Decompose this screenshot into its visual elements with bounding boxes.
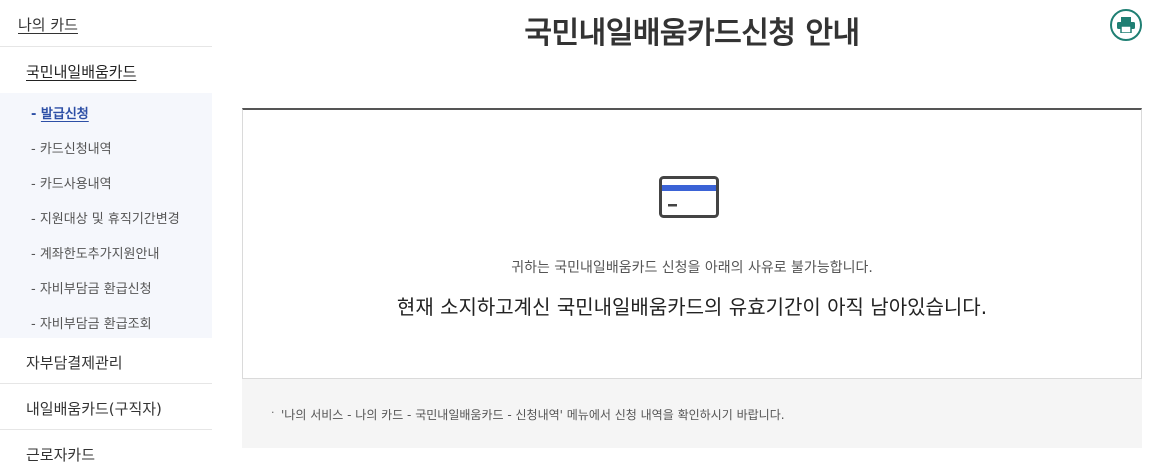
sidebar-menu-self-payment[interactable]: 자부담결제관리 (0, 338, 212, 384)
printer-icon (1117, 17, 1135, 33)
sidebar-item-refund-inquiry[interactable]: - 자비부담금 환급조회 (0, 303, 212, 338)
print-button[interactable] (1110, 9, 1142, 41)
sidebar-item-text[interactable]: - 자비부담금 환급조회 (31, 313, 152, 332)
sidebar: 나의 카드 국민내일배움카드 - 발급신청 - 카드신청내역 - 카드사용내역 … (0, 0, 212, 475)
sidebar-item-text[interactable]: - 발급신청 (31, 103, 89, 122)
sidebar-header-label[interactable]: 나의 카드 (18, 14, 78, 35)
sidebar-item-text[interactable]: - 카드사용내역 (31, 173, 112, 192)
info-note: '나의 서비스 - 나의 카드 - 국민내일배움카드 - 신청내역' 메뉴에서 … (281, 408, 785, 422)
sidebar-submenu: - 발급신청 - 카드신청내역 - 카드사용내역 - 지원대상 및 휴직기간변경… (0, 93, 212, 338)
sidebar-section-label[interactable]: 국민내일배움카드 (26, 61, 136, 82)
sidebar-item-text[interactable]: - 자비부담금 환급신청 (31, 278, 152, 297)
sidebar-item-account-limit-guide[interactable]: - 계좌한도추가지원안내 (0, 233, 212, 268)
sidebar-menu-label[interactable]: 자부담결제관리 (26, 352, 123, 373)
page-title: 국민내일배움카드신청 안내 (524, 16, 860, 51)
sidebar-section-national-card[interactable]: 국민내일배움카드 (0, 47, 212, 93)
sidebar-item-card-usage-history[interactable]: - 카드사용내역 (0, 163, 212, 198)
sidebar-item-refund-apply[interactable]: - 자비부담금 환급신청 (0, 268, 212, 303)
sidebar-item-text[interactable]: - 계좌한도추가지원안내 (31, 243, 159, 262)
sidebar-menu-jobseeker-card[interactable]: 내일배움카드(구직자) (0, 384, 212, 430)
sidebar-item-issue-apply[interactable]: - 발급신청 (0, 93, 212, 128)
sidebar-menu-label[interactable]: 근로자카드 (26, 444, 95, 465)
sidebar-menu-label[interactable]: 내일배움카드(구직자) (26, 398, 162, 419)
sidebar-item-eligibility-change[interactable]: - 지원대상 및 휴직기간변경 (0, 198, 212, 233)
notice-box: 귀하는 국민내일배움카드 신청을 아래의 사유로 불가능합니다. 현재 소지하고… (242, 108, 1142, 379)
ineligible-reason: 현재 소지하고계신 국민내일배움카드의 유효기간이 아직 남아있습니다. (396, 295, 988, 319)
note-bullet: · (271, 406, 275, 419)
ineligible-message: 귀하는 국민내일배움카드 신청을 아래의 사유로 불가능합니다. (511, 260, 873, 276)
sidebar-header-my-card[interactable]: 나의 카드 (0, 0, 212, 47)
sidebar-menu-worker-card[interactable]: 근로자카드 (0, 430, 212, 475)
sidebar-item-text[interactable]: - 카드신청내역 (31, 138, 112, 157)
info-note-box: · '나의 서비스 - 나의 카드 - 국민내일배움카드 - 신청내역' 메뉴에… (242, 379, 1142, 448)
credit-card-icon (659, 176, 719, 218)
sidebar-item-text[interactable]: - 지원대상 및 휴직기간변경 (31, 208, 180, 227)
sidebar-item-card-application-history[interactable]: - 카드신청내역 (0, 128, 212, 163)
